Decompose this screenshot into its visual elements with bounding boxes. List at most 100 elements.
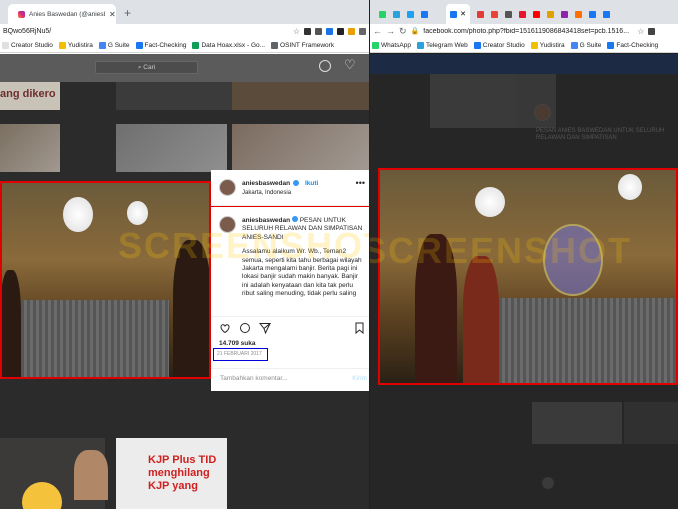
bookmark-label: Yudistira xyxy=(67,41,93,49)
star-icon[interactable]: ☆ xyxy=(637,27,644,36)
star-icon[interactable]: ☆ xyxy=(293,27,300,36)
browser-tab[interactable] xyxy=(418,6,430,22)
bookmark-item[interactable]: G Suite xyxy=(98,41,130,49)
bookmark-label: Fact-Checking xyxy=(616,41,659,49)
background-photo xyxy=(430,74,516,128)
browser-tab[interactable] xyxy=(376,6,388,22)
browser-tab[interactable] xyxy=(530,6,542,22)
browser-tab[interactable] xyxy=(516,6,528,22)
address-bar[interactable]: facebook.com/photo.php?fbid=151611908684… xyxy=(423,28,633,35)
browser-tab[interactable] xyxy=(600,6,612,22)
bookmark-favicon-icon xyxy=(417,41,424,49)
compass-icon[interactable] xyxy=(319,60,331,72)
instagram-favicon-icon xyxy=(18,10,25,18)
extension-icon-5[interactable] xyxy=(348,27,355,35)
send-comment-button[interactable]: Kirim xyxy=(352,369,367,389)
browser-tab[interactable] xyxy=(572,6,584,22)
bookmark-item[interactable]: Data Hoax.xlsx - Go... xyxy=(192,41,266,49)
address-toolbar: ← → ↻ 🔒 facebook.com/photo.php?fbid=1516… xyxy=(370,24,678,38)
bookmark-label: Creator Studio xyxy=(11,41,53,49)
modal-divider xyxy=(211,316,369,317)
bookmarks-bar: WhatsApp Telegram Web Creator Studio Yudist… xyxy=(370,38,678,53)
tab-facebook-active[interactable]: ✕ xyxy=(446,4,470,24)
browser-tab[interactable] xyxy=(586,6,598,22)
share-icon[interactable] xyxy=(259,322,271,334)
background-post-text: PESAN ANIES BASWEDAN UNTUK SELURUH RELAW… xyxy=(536,128,665,141)
extension-icon-6[interactable] xyxy=(359,27,366,35)
tab-strip: ✕ xyxy=(370,0,678,24)
bookmark-item[interactable]: Yudistira xyxy=(530,41,565,49)
verified-badge-icon xyxy=(291,216,298,222)
grid-thumbnail[interactable] xyxy=(232,124,369,172)
bookmark-item[interactable]: WhatsApp xyxy=(372,41,411,49)
background-photo xyxy=(516,74,556,128)
post-header: aniesbaswedan Ikuti Jakarta, Indonesia •… xyxy=(211,170,369,206)
bookmark-item[interactable]: OSINT Framework xyxy=(271,41,334,49)
verified-badge-icon xyxy=(293,180,299,186)
bookmark-item[interactable]: G Suite xyxy=(570,41,602,49)
like-icon[interactable] xyxy=(219,322,231,334)
back-icon[interactable]: ← xyxy=(373,26,382,36)
comment-input[interactable]: Tambahkan komentar... Kirim xyxy=(211,368,369,390)
grid-thumbnail[interactable] xyxy=(0,124,60,172)
extension-icon-3[interactable] xyxy=(326,27,333,35)
bookmark-item[interactable]: Fact-Checking xyxy=(607,41,659,49)
action-bar xyxy=(219,322,367,336)
avatar xyxy=(74,450,108,500)
new-tab-button[interactable]: + xyxy=(124,6,131,20)
bookmark-item[interactable]: Creator Studio xyxy=(473,41,525,49)
bookmark-label: Yudistira xyxy=(539,41,565,49)
search-input[interactable]: ⌕ Cari xyxy=(95,61,198,74)
grid-thumbnail[interactable] xyxy=(116,124,227,172)
heart-icon[interactable]: ♡ xyxy=(344,57,356,73)
bookmark-item[interactable]: Creator Studio xyxy=(2,41,53,49)
browser-tab[interactable] xyxy=(502,6,514,22)
follow-button[interactable]: Ikuti xyxy=(305,180,318,187)
extension-icon-4[interactable] xyxy=(337,27,344,35)
bookmark-item[interactable]: Fact-Checking xyxy=(135,41,186,49)
bookmark-favicon-icon xyxy=(98,41,106,49)
reload-icon[interactable]: ↻ xyxy=(399,26,407,37)
bookmark-icon[interactable] xyxy=(354,322,365,334)
tab-favicon-icon xyxy=(588,10,596,18)
avatar[interactable] xyxy=(219,179,236,196)
extension-icon[interactable] xyxy=(648,27,656,35)
browser-tab[interactable] xyxy=(390,6,402,22)
tab-favicon-icon xyxy=(476,10,484,18)
comment-icon[interactable] xyxy=(239,322,251,334)
address-bar[interactable]: BQwo56RjNu5/ xyxy=(3,28,51,35)
tab-instagram[interactable]: Anies Baswedan (@aniesbaswedan) ✕ xyxy=(8,4,116,24)
close-tab-icon[interactable]: ✕ xyxy=(460,10,466,18)
extension-icon-2[interactable] xyxy=(315,27,322,35)
caption-username[interactable]: aniesbaswedan xyxy=(242,217,290,224)
bookmark-label: Data Hoax.xlsx - Go... xyxy=(201,41,266,49)
browser-tab[interactable] xyxy=(544,6,556,22)
highlight-box-red xyxy=(211,206,369,207)
browser-tab[interactable] xyxy=(404,6,416,22)
close-tab-icon[interactable]: ✕ xyxy=(109,10,116,19)
browser-tab[interactable] xyxy=(488,6,500,22)
grid-thumbnail[interactable] xyxy=(232,82,369,110)
facebook-browser-window: ✕ ← → ↻ 🔒 facebook.com/photo.php?fbid=15… xyxy=(370,0,678,509)
post-username[interactable]: aniesbaswedan xyxy=(242,180,290,187)
tab-favicon-icon xyxy=(602,10,610,18)
more-options-icon[interactable] xyxy=(542,477,554,489)
forward-icon[interactable]: → xyxy=(386,26,395,36)
post-date[interactable]: 21 FEBRUARI 2017 xyxy=(213,348,268,361)
tab-favicon-icon xyxy=(504,10,512,18)
lock-icon: 🔒 xyxy=(410,28,420,35)
more-options-icon[interactable]: ••• xyxy=(356,178,365,188)
browser-tab[interactable] xyxy=(474,6,486,22)
tab-title: Anies Baswedan (@aniesbaswedan) xyxy=(29,10,105,18)
browser-tab[interactable] xyxy=(558,6,570,22)
location-text[interactable]: Jakarta, Indonesia xyxy=(242,190,291,196)
extension-icon-1[interactable] xyxy=(304,27,311,35)
like-count[interactable]: 14.709 suka xyxy=(219,340,256,347)
bookmark-label: G Suite xyxy=(579,41,602,49)
address-toolbar: BQwo56RjNu5/ ☆ xyxy=(0,24,369,38)
bookmark-item[interactable]: Telegram Web xyxy=(417,41,468,49)
avatar xyxy=(534,104,551,121)
tab-favicon-icon xyxy=(546,10,554,18)
bookmark-item[interactable]: Yudistira xyxy=(58,41,93,49)
grid-thumbnail[interactable] xyxy=(116,82,232,110)
